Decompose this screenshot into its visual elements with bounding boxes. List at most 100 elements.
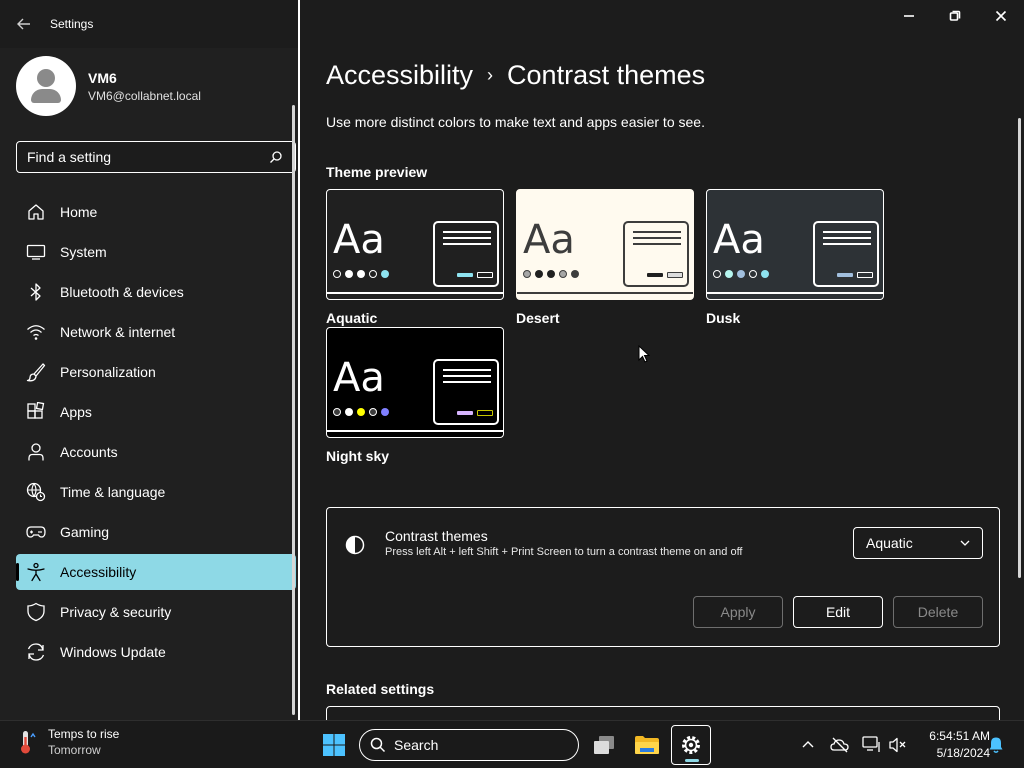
profile-email: VM6@collabnet.local [88,88,201,103]
avatar-body [31,89,61,103]
sidebar-item-privacy[interactable]: Privacy & security [16,594,296,630]
clock[interactable]: 6:54:51 AM 5/18/2024 [904,728,990,762]
gamepad-icon [26,522,46,542]
task-view-icon [594,736,614,754]
close-icon [995,10,1007,22]
sidebar-item-label: Bluetooth & devices [60,284,184,300]
windows-logo-icon [323,734,345,756]
taskbar-search[interactable] [359,729,579,761]
onedrive-offline-icon[interactable] [830,737,850,753]
sidebar-item-network[interactable]: Network & internet [16,314,296,350]
main-content: Accessibility › Contrast themes Use more… [300,48,1024,720]
sidebar-item-label: Time & language [60,484,166,500]
minimize-button[interactable] [886,0,932,32]
theme-color-dots [523,270,583,278]
breadcrumb-separator: › [487,65,494,85]
color-dot [571,270,579,278]
color-dot [559,270,567,278]
related-settings-label: Related settings [326,681,435,697]
start-button[interactable] [322,733,346,762]
main-scrollbar[interactable] [1018,118,1021,578]
contrast-icon [345,535,365,555]
title-bar: Settings [0,0,300,48]
sidebar-item-label: Apps [60,404,92,420]
theme-color-dots [333,408,393,416]
globe-clock-icon [26,482,46,502]
task-view-button[interactable] [584,725,624,765]
theme-name: Dusk [706,310,741,326]
contrast-themes-shortcut-hint: Press left Alt + left Shift + Print Scre… [385,546,743,558]
sidebar-item-label: Gaming [60,524,110,540]
sidebar-item-home[interactable]: Home [16,194,296,230]
color-dot [333,408,341,416]
theme-card-dusk[interactable]: Aa [706,189,884,300]
delete-button[interactable]: Delete [893,596,983,628]
chevron-down-icon [960,540,970,546]
taskbar-search-input[interactable] [394,737,554,753]
brush-icon [26,362,46,382]
chevron-up-icon[interactable] [802,739,814,749]
network-display-icon[interactable] [862,736,882,754]
sidebar-item-system[interactable]: System [16,234,296,270]
thermometer-icon [21,731,36,754]
theme-sample-text: Aa [333,355,385,401]
color-dot [369,408,377,416]
sidebar-item-label: Home [60,204,98,220]
settings-app-button[interactable] [671,725,711,765]
sidebar-item-time-language[interactable]: Time & language [16,474,296,510]
weather-widget[interactable]: Temps to rise Tomorrow [16,727,119,757]
color-dot [381,408,389,416]
user-profile[interactable]: VM6 VM6@collabnet.local [16,56,201,116]
find-setting-input[interactable] [27,149,257,165]
theme-window-preview [433,221,499,287]
sidebar-scrollbar[interactable] [292,105,295,715]
sidebar-item-personalization[interactable]: Personalization [16,354,296,390]
sidebar-item-label: System [60,244,107,260]
avatar-head [37,69,55,87]
color-dot [725,270,733,278]
color-dot [547,270,555,278]
theme-card-desert[interactable]: Aa [516,189,694,300]
sidebar-item-windows-update[interactable]: Windows Update [16,634,296,670]
theme-name: Aquatic [326,310,378,326]
notification-bell-icon[interactable] [988,736,1004,754]
file-explorer-button[interactable] [627,725,667,765]
back-button[interactable] [0,0,48,48]
update-icon [26,642,46,662]
sidebar-item-apps[interactable]: Apps [16,394,296,430]
theme-sample-text: Aa [713,217,765,263]
color-dot [333,270,341,278]
find-setting-box[interactable] [16,141,296,173]
color-dot [713,270,721,278]
sidebar-item-accessibility[interactable]: Accessibility [16,554,296,590]
theme-name: Desert [516,310,560,326]
weather-title: Temps to rise [48,727,120,741]
color-dot [369,270,377,278]
breadcrumb-parent[interactable]: Accessibility [326,60,473,91]
monitor-icon [26,242,46,262]
contrast-themes-panel: Contrast themes Press left Alt + left Sh… [326,507,1000,647]
apps-icon [26,402,46,422]
theme-window-preview [623,221,689,287]
theme-sample-text: Aa [333,217,385,263]
theme-sample-text: Aa [523,217,575,263]
close-button[interactable] [978,0,1024,32]
sidebar-item-label: Privacy & security [60,604,172,620]
back-arrow-icon [17,18,30,30]
theme-preview-label: Theme preview [326,164,428,180]
sidebar-item-label: Network & internet [60,324,176,340]
color-dot [345,270,353,278]
edit-button[interactable]: Edit [793,596,883,628]
related-settings-panel[interactable] [326,706,1000,720]
restore-button[interactable] [932,0,978,32]
taskbar: Temps to rise Tomorrow 6:54:51 AM 5/18/2… [0,720,1024,768]
theme-select-dropdown[interactable]: Aquatic [853,527,983,559]
apply-button[interactable]: Apply [693,596,783,628]
color-dot [357,270,365,278]
sidebar-item-bluetooth[interactable]: Bluetooth & devices [16,274,296,310]
sidebar-item-accounts[interactable]: Accounts [16,434,296,470]
theme-card-aquatic[interactable]: Aa [326,189,504,300]
clock-time: 6:54:51 AM [929,729,990,743]
sidebar-item-gaming[interactable]: Gaming [16,514,296,550]
theme-card-night-sky[interactable]: Aa [326,327,504,438]
